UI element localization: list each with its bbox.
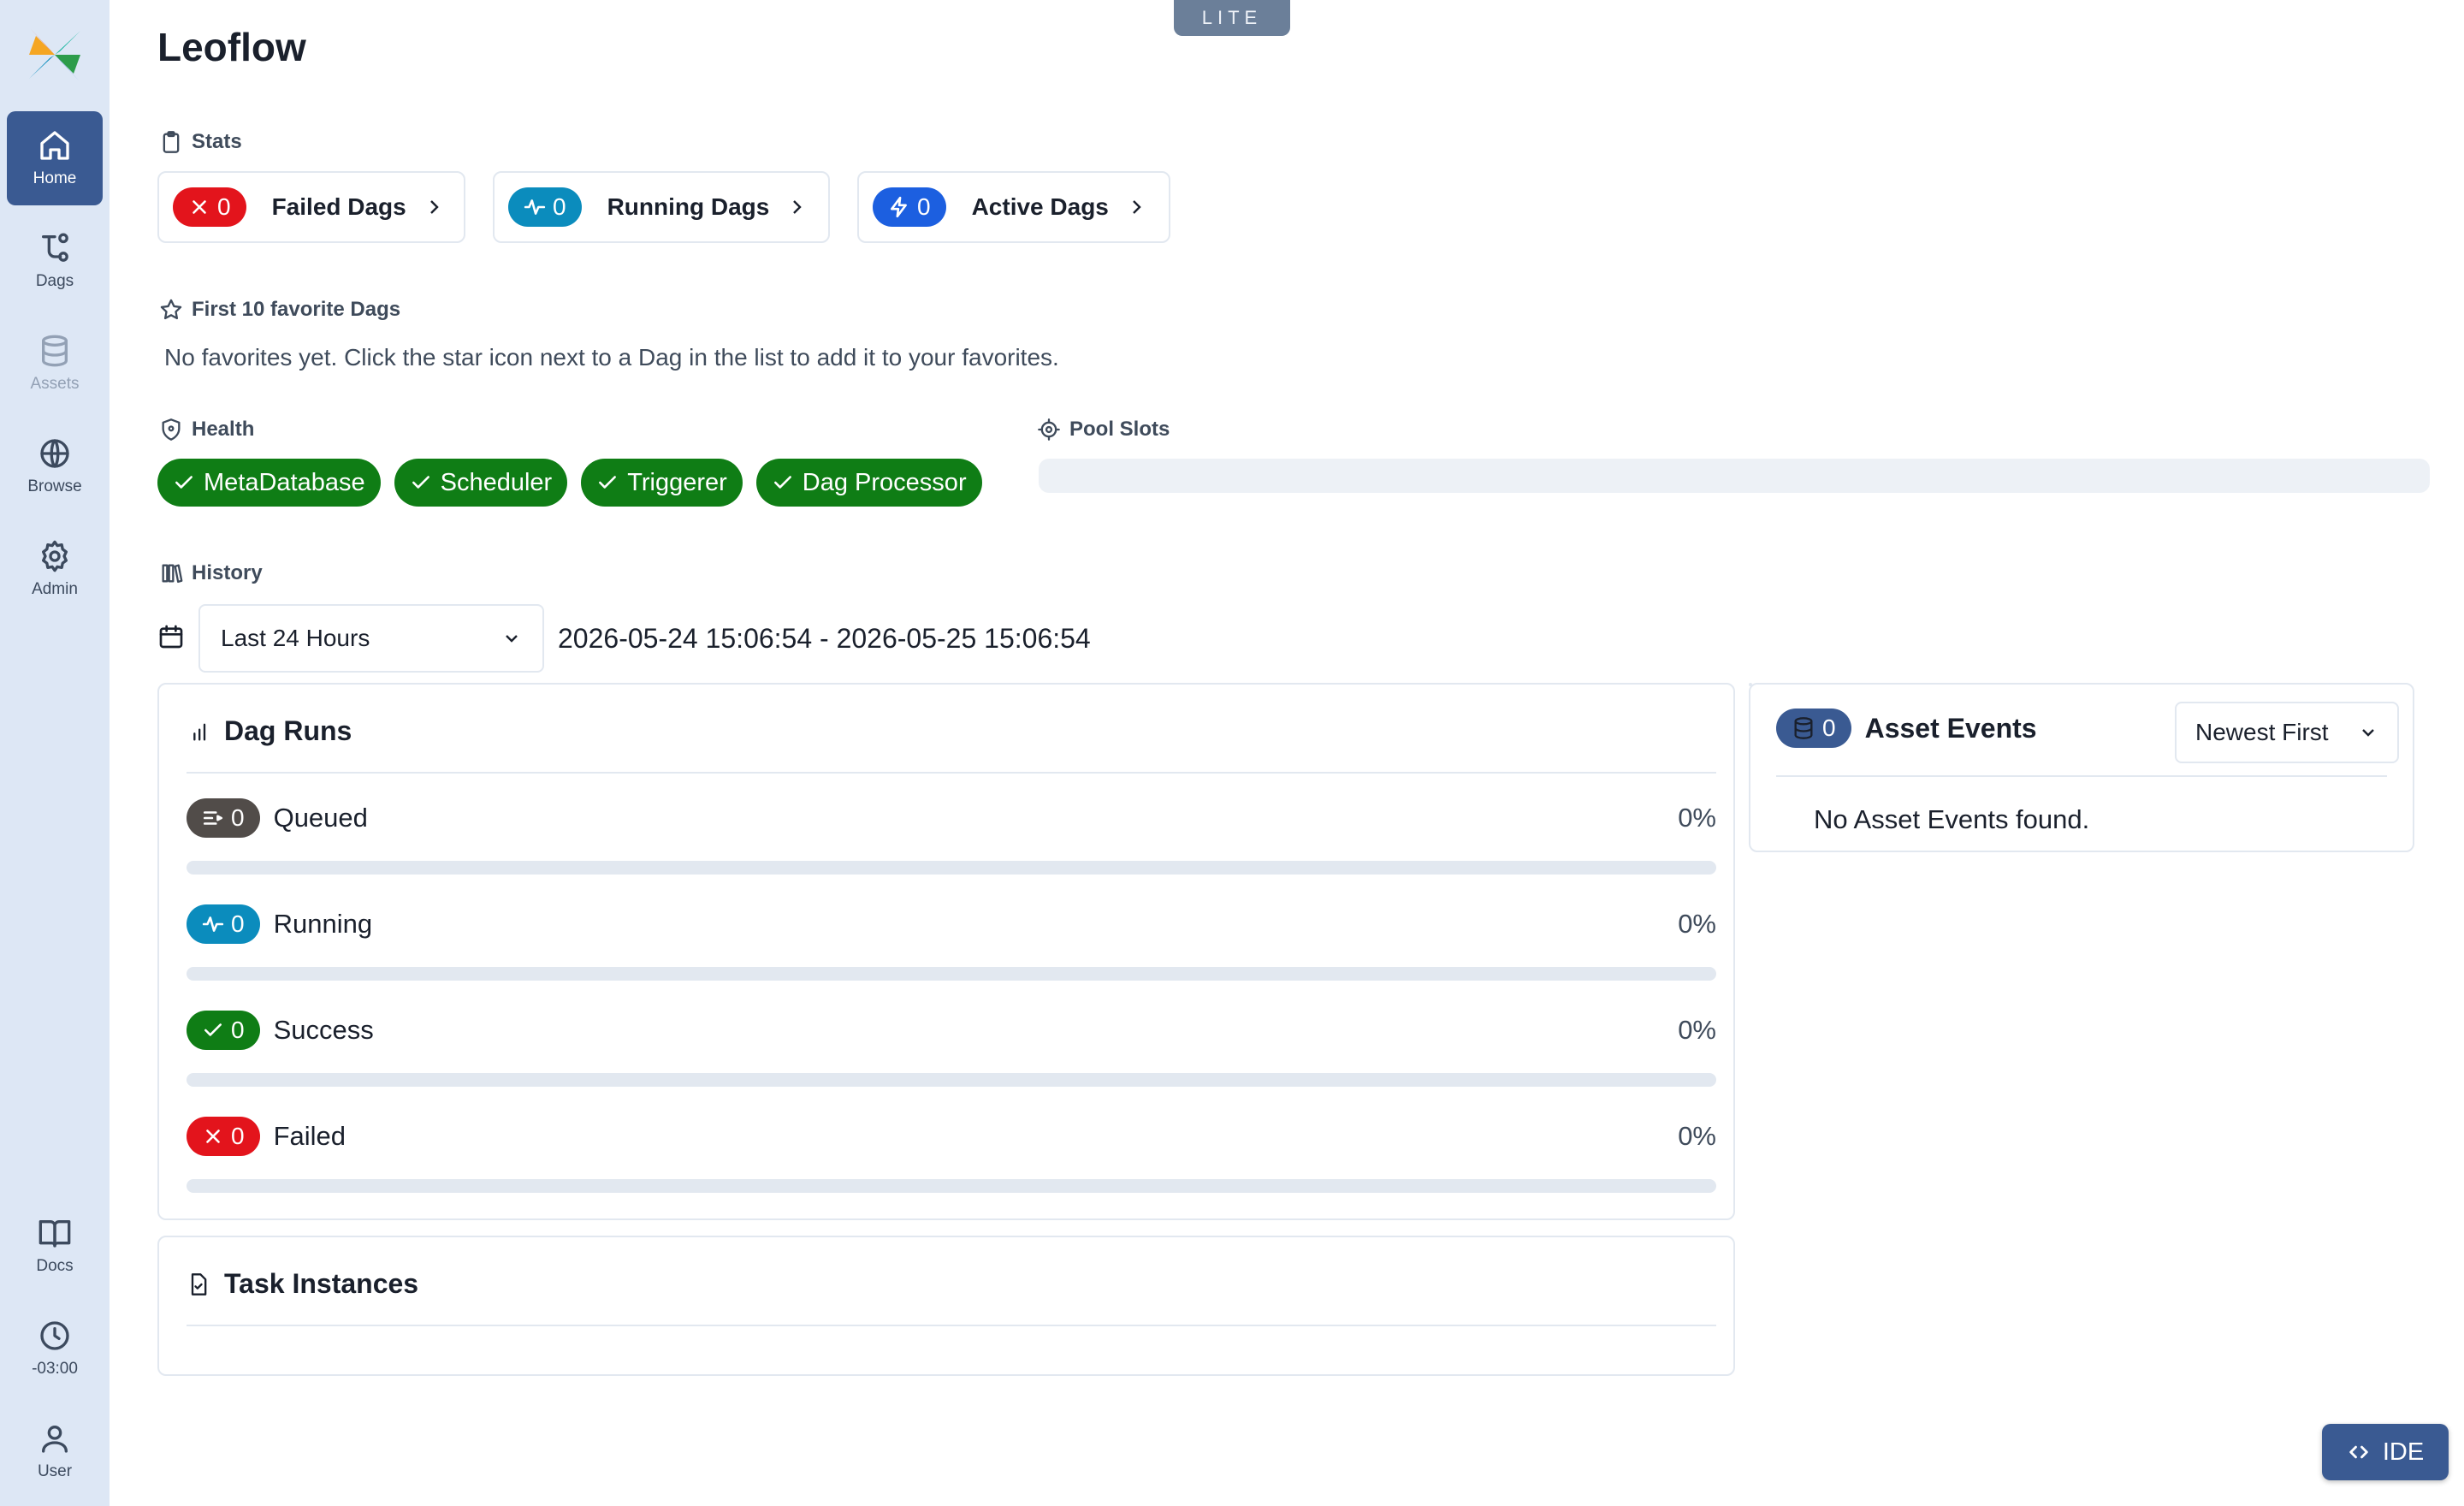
lite-badge: LITE (1174, 0, 1290, 36)
database-icon (42, 335, 68, 367)
divider (187, 1325, 1716, 1326)
running-dags-card[interactable]: 0 Running Dags (493, 171, 830, 243)
bar-chart-icon (193, 723, 206, 740)
health-triggerer: Triggerer (581, 459, 743, 507)
time-range-select[interactable]: Last 24 Hours (198, 604, 544, 673)
queued-progress-bar (187, 861, 1716, 875)
running-progress-bar (187, 967, 1716, 981)
running-count-badge: 0 (187, 904, 260, 944)
health-section-label: Health (159, 418, 254, 442)
favorites-empty-message: No favorites yet. Click the star icon ne… (164, 344, 1059, 371)
asset-events-sort-select[interactable]: Newest First (2175, 702, 2399, 763)
check-icon (204, 1023, 222, 1036)
asset-events-title: 0 Asset Events (1776, 709, 2037, 748)
target-icon (1038, 418, 1060, 441)
activity-icon (202, 916, 224, 932)
chevron-right-icon (1133, 200, 1141, 214)
sidebar-item-label: Dags (35, 272, 74, 290)
user-icon (42, 1426, 68, 1453)
queue-list-icon (203, 811, 223, 825)
chevron-right-icon (793, 200, 803, 214)
gear-icon (42, 540, 68, 572)
running-count-badge: 0 (508, 187, 582, 227)
x-icon (206, 1130, 220, 1143)
dag-run-row-running[interactable]: 0 Running 0% (187, 902, 1716, 946)
failed-dags-card[interactable]: 0 Failed Dags (157, 171, 465, 243)
pool-slots-bar (1039, 459, 2430, 493)
clock-icon (40, 1321, 69, 1350)
sidebar-item-label: Home (33, 169, 77, 187)
favorites-section-label: First 10 favorite Dags (159, 298, 400, 322)
book-icon (38, 1220, 71, 1248)
check-icon (773, 476, 791, 489)
file-check-icon (191, 1272, 207, 1296)
task-instances-panel (157, 1236, 1735, 1376)
sidebar-item-browse[interactable]: Browse (7, 419, 103, 513)
sidebar-item-admin[interactable]: Admin (7, 522, 103, 616)
star-icon (160, 299, 182, 320)
activity-icon (524, 199, 546, 215)
chevron-down-icon (2362, 729, 2374, 737)
check-icon (412, 476, 429, 489)
x-icon (192, 200, 206, 214)
check-icon (175, 476, 192, 489)
dag-run-row-failed[interactable]: 0 Failed 0% (187, 1114, 1716, 1159)
task-instances-title: Task Instances (187, 1268, 418, 1300)
time-range-text: 2026-05-24 15:06:54 - 2026-05-25 15:06:5… (558, 623, 1091, 654)
dags-icon (42, 233, 68, 262)
health-status-list: MetaDatabase Scheduler Triggerer Dag Pro… (157, 459, 982, 507)
sidebar-item-label: User (37, 1462, 73, 1480)
sidebar-item-user[interactable]: User (7, 1404, 103, 1498)
success-progress-bar (187, 1073, 1716, 1087)
chevron-right-icon (429, 200, 439, 214)
health-metadatabase: MetaDatabase (157, 459, 381, 507)
sidebar-item-label: Assets (30, 375, 80, 393)
failed-progress-bar (187, 1179, 1716, 1193)
queued-count-badge: 0 (187, 798, 260, 838)
sidebar-item-label: Admin (32, 580, 78, 598)
sidebar-item-home[interactable]: Home (7, 111, 103, 205)
success-count-badge: 0 (187, 1011, 260, 1050)
leoflow-logo-icon[interactable] (24, 24, 86, 86)
page-title: Leoflow (157, 25, 306, 69)
calendar-icon (159, 625, 183, 649)
asset-events-empty-message: No Asset Events found. (1814, 804, 2090, 834)
dag-runs-title: Dag Runs (187, 715, 352, 747)
sidebar-item-label: Browse (27, 477, 82, 495)
dag-run-row-success[interactable]: 0 Success 0% (187, 1008, 1716, 1052)
failed-count-badge: 0 (173, 187, 246, 227)
code-icon (2349, 1445, 2368, 1459)
database-icon (1794, 717, 1813, 739)
active-count-badge: 0 (873, 187, 946, 227)
lightning-icon (891, 196, 907, 218)
check-icon (599, 476, 617, 489)
shield-icon (162, 418, 181, 441)
home-icon (40, 131, 69, 160)
pool-slots-section-label: Pool Slots (1037, 418, 1170, 442)
health-dag-processor: Dag Processor (755, 459, 982, 507)
stats-section-label: Stats (159, 130, 242, 154)
clipboard-icon (163, 131, 180, 153)
health-scheduler: Scheduler (394, 459, 568, 507)
sidebar-item-assets[interactable]: Assets (7, 317, 103, 411)
divider (1776, 775, 2387, 777)
ide-button[interactable]: IDE (2322, 1424, 2449, 1480)
sidebar-item-label: -03:00 (32, 1360, 78, 1378)
sidebar: Home Dags Assets Browse Admin Docs -03:0… (0, 0, 110, 1506)
sidebar-item-dags[interactable]: Dags (7, 214, 103, 308)
failed-count-badge: 0 (187, 1117, 260, 1156)
sidebar-item-docs[interactable]: Docs (7, 1199, 103, 1293)
library-icon (162, 564, 183, 584)
sidebar-item-timezone[interactable]: -03:00 (7, 1301, 103, 1396)
chevron-down-icon (506, 635, 518, 643)
dag-run-row-queued[interactable]: 0 Queued 0% (187, 796, 1716, 840)
history-section-label: History (159, 561, 263, 585)
asset-events-count-badge: 0 (1776, 709, 1851, 748)
globe-icon (40, 439, 69, 468)
active-dags-card[interactable]: 0 Active Dags (857, 171, 1170, 243)
divider (187, 772, 1716, 774)
sidebar-item-label: Docs (36, 1257, 74, 1275)
